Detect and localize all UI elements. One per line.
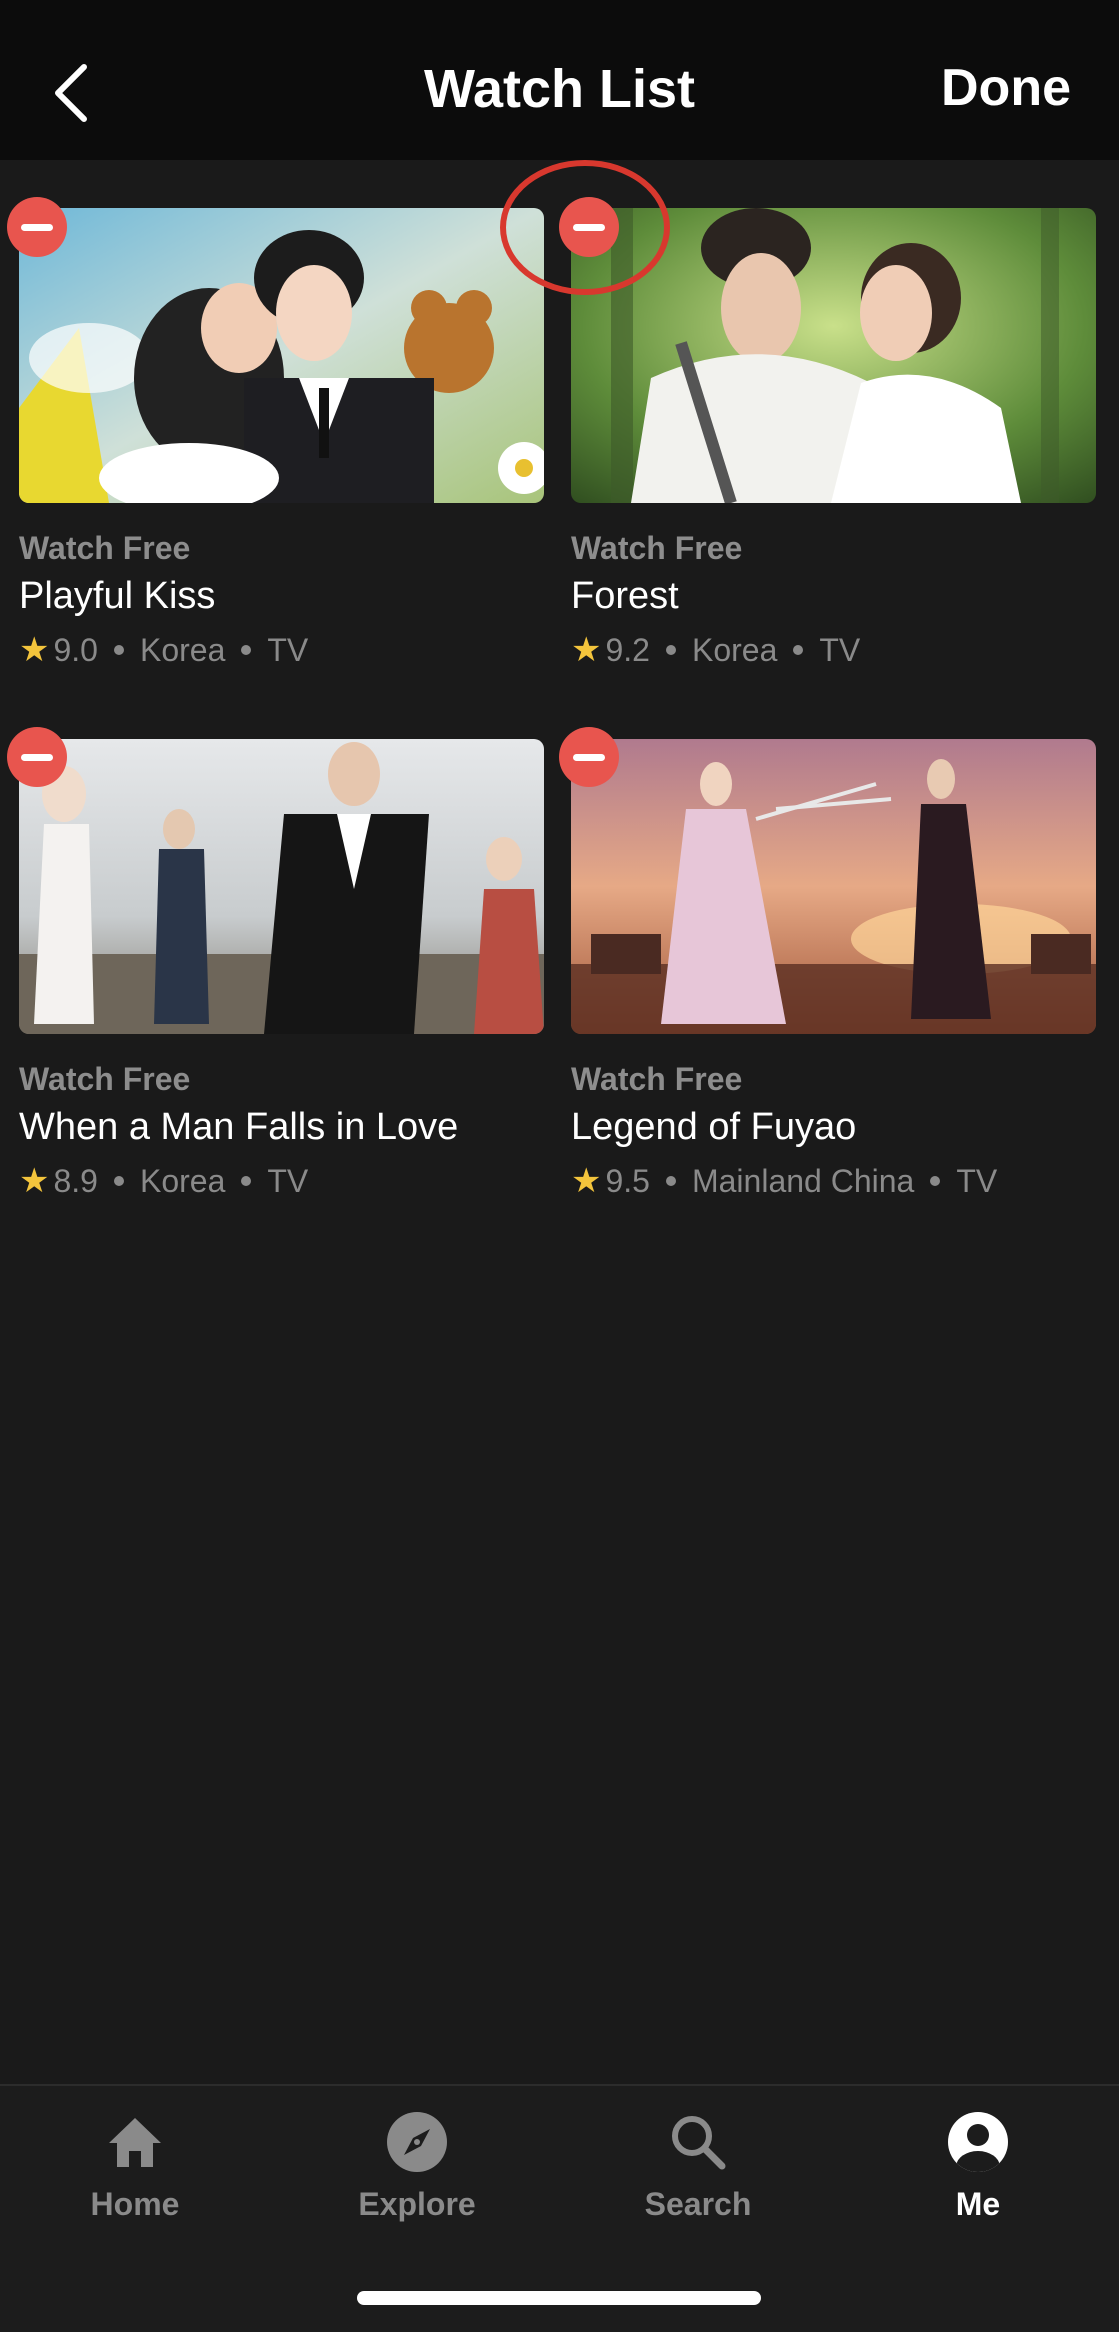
type-label: TV [267, 1162, 309, 1199]
separator-dot [241, 1176, 252, 1186]
type-label: TV [819, 631, 861, 668]
poster-thumbnail[interactable] [19, 739, 544, 1034]
poster-thumbnail[interactable] [19, 208, 544, 503]
rating-value: 9.5 [605, 1162, 650, 1199]
region-label: Korea [691, 631, 778, 668]
star-icon: ★ [571, 631, 602, 669]
tab-me-label: Me [955, 2186, 1001, 2222]
watch-item-card[interactable]: Watch Free Forest ★ 9.2 Korea TV [571, 208, 1096, 670]
star-icon: ★ [19, 631, 50, 669]
star-icon: ★ [571, 1162, 602, 1200]
remove-item-button[interactable] [7, 727, 67, 787]
type-label: TV [267, 631, 309, 668]
watch-free-badge: Watch Free [571, 1061, 743, 1097]
separator-dot [665, 645, 676, 655]
profile-icon [946, 2110, 1010, 2174]
region-label: Mainland China [691, 1162, 915, 1199]
separator-dot [930, 1176, 941, 1186]
tab-home[interactable]: Home [35, 2110, 235, 2223]
rating-value: 9.0 [53, 631, 98, 668]
item-meta: ★ 8.9 Korea TV [19, 1161, 544, 1201]
separator-dot [241, 645, 252, 655]
minus-icon [21, 223, 53, 231]
tab-home-label: Home [90, 2186, 180, 2222]
separator-dot [113, 645, 124, 655]
header-bar: Watch List Done [0, 0, 1119, 160]
region-label: Korea [139, 631, 226, 668]
tab-search[interactable]: Search [598, 2110, 798, 2223]
rating-value: 8.9 [53, 1162, 98, 1199]
watch-item-card[interactable]: Watch Free When a Man Falls in Love ★ 8.… [19, 739, 544, 1201]
separator-dot [665, 1176, 676, 1186]
tab-search-label: Search [644, 2186, 752, 2222]
minus-icon [573, 753, 605, 761]
compass-icon [385, 2110, 449, 2174]
done-button[interactable]: Done [941, 58, 1071, 118]
star-icon: ★ [19, 1162, 50, 1200]
item-title: Forest [571, 575, 679, 617]
remove-item-button[interactable] [559, 197, 619, 257]
search-icon [666, 2110, 730, 2174]
item-meta: ★ 9.2 Korea TV [571, 630, 1096, 670]
poster-thumbnail[interactable] [571, 739, 1096, 1034]
separator-dot [793, 645, 804, 655]
watch-item-card[interactable]: Watch Free Legend of Fuyao ★ 9.5 Mainlan… [571, 739, 1096, 1201]
remove-item-button[interactable] [559, 727, 619, 787]
item-title: When a Man Falls in Love [19, 1106, 459, 1148]
chevron-left-icon [55, 64, 87, 122]
back-button[interactable] [40, 58, 100, 128]
watch-item-card[interactable]: Watch Free Playful Kiss ★ 9.0 Korea TV [19, 208, 544, 670]
remove-item-button[interactable] [7, 197, 67, 257]
tab-explore-label: Explore [358, 2186, 476, 2222]
watch-free-badge: Watch Free [19, 1061, 191, 1097]
rating-value: 9.2 [605, 631, 650, 668]
region-label: Korea [139, 1162, 226, 1199]
item-meta: ★ 9.5 Mainland China TV [571, 1161, 1096, 1201]
item-title: Playful Kiss [19, 575, 216, 617]
minus-icon [573, 223, 605, 231]
watch-list-screen: Watch List Done Watch Free Playful Kiss … [0, 0, 1119, 2332]
type-label: TV [956, 1162, 998, 1199]
poster-thumbnail[interactable] [571, 208, 1096, 503]
watch-free-badge: Watch Free [571, 530, 743, 566]
item-title: Legend of Fuyao [571, 1106, 857, 1148]
item-meta: ★ 9.0 Korea TV [19, 630, 544, 670]
minus-icon [21, 753, 53, 761]
home-indicator [357, 2291, 761, 2305]
tab-explore[interactable]: Explore [317, 2110, 517, 2223]
home-icon [103, 2110, 167, 2174]
watch-free-badge: Watch Free [19, 530, 191, 566]
tab-me[interactable]: Me [878, 2110, 1078, 2223]
separator-dot [113, 1176, 124, 1186]
